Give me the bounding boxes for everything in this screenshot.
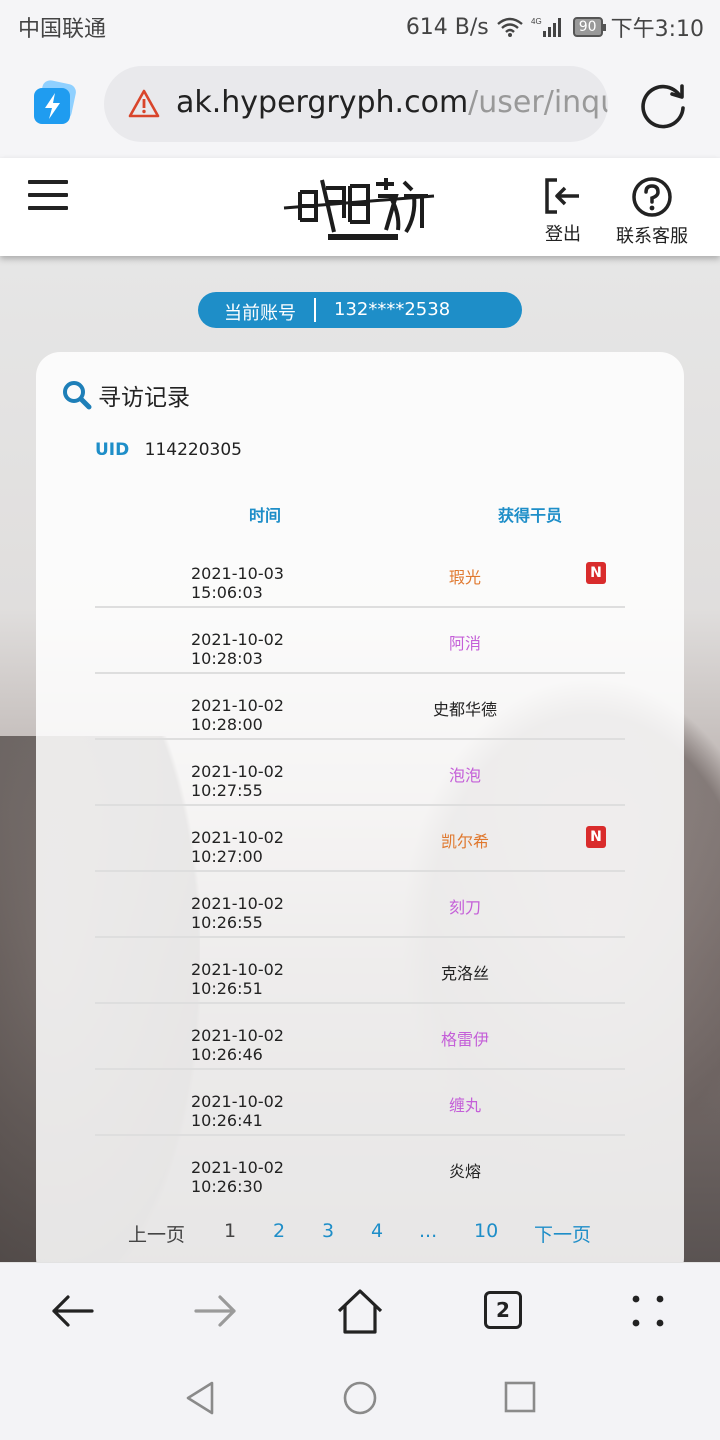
row-time: 2021-10-02 10:28:03 [191,630,284,668]
column-header-operator: 获得干员 [498,506,563,525]
logout-icon [545,178,579,214]
reload-icon[interactable] [636,78,690,132]
table-row: 2021-10-02 10:27:55 泡泡 [95,740,625,806]
record-table: 2021-10-03 15:06:03 瑕光 N 2021-10-02 10:2… [95,542,625,1202]
column-header-time: 时间 [249,506,282,525]
row-operator: 瑕光 [448,568,481,587]
url-host: ak.hypergryph.com [176,85,469,120]
more-menu-icon[interactable] [624,1287,672,1335]
row-operator: 凯尔希 [440,832,489,851]
row-time: 2021-10-02 10:27:55 [191,762,284,800]
status-right: 614 B/s 4G 90 下午3:10 [406,11,704,43]
search-icon [63,381,92,410]
site-header: 登出 联系客服 [0,158,720,256]
account-divider [314,298,316,322]
nav-recents-icon[interactable] [504,1380,536,1414]
row-operator: 刻刀 [448,898,481,917]
support-label: 联系客服 [616,226,688,247]
row-operator: 缠丸 [448,1096,481,1115]
signal-icon: 4G [531,17,561,37]
status-bar: 中国联通 614 B/s 4G 90 下午3:10 [0,0,720,50]
table-row: 2021-10-02 10:28:03 阿消 [95,608,625,674]
table-row: 2021-10-02 10:26:41 缠丸 [95,1070,625,1136]
back-arrow-icon[interactable] [48,1287,96,1335]
address-bar-row: ak.hypergryph.com/user/inqu [0,50,720,158]
logout-button[interactable]: 登出 [538,176,588,246]
url-field[interactable]: ak.hypergryph.com/user/inqu [104,66,608,142]
row-time: 2021-10-02 10:28:00 [191,696,284,734]
table-row: 2021-10-02 10:26:51 克洛丝 [95,938,625,1004]
uid-label: UID [95,440,130,460]
carrier-name: 中国联通 [18,17,107,42]
menu-icon[interactable] [28,180,68,212]
account-label: 当前账号 [224,303,296,324]
logout-label: 登出 [545,224,581,245]
home-icon[interactable] [336,1287,384,1335]
account-value: 132****2538 [334,299,451,320]
current-account-pill: 当前账号 132****2538 [198,292,522,328]
browser-app-icon[interactable] [30,80,78,128]
nav-home-icon[interactable] [342,1380,378,1416]
table-row: 2021-10-02 10:27:00 凯尔希 N [95,806,625,872]
row-time: 2021-10-02 10:27:00 [191,828,284,866]
page-ellipsis[interactable]: ... [419,1220,437,1242]
nav-back-icon[interactable] [184,1380,216,1416]
row-operator: 史都华德 [432,700,497,719]
new-badge: N [586,562,606,584]
page-4-link[interactable]: 4 [371,1220,383,1242]
row-time: 2021-10-02 10:26:51 [191,960,284,998]
prev-page-button[interactable]: 上一页 [128,1220,185,1247]
uid-row: UID 114220305 [95,440,242,460]
row-operator: 炎熔 [448,1162,481,1181]
support-button[interactable]: 联系客服 [610,176,694,248]
next-page-button[interactable]: 下一页 [534,1220,591,1247]
table-row: 2021-10-02 10:26:30 炎熔 [95,1136,625,1202]
browser-toolbar: 2 [0,1262,720,1358]
row-time: 2021-10-02 10:26:30 [191,1158,284,1196]
page-3-link[interactable]: 3 [322,1220,334,1242]
page-2-link[interactable]: 2 [273,1220,285,1242]
table-row: 2021-10-02 10:26:46 格雷伊 [95,1004,625,1070]
row-time: 2021-10-03 15:06:03 [191,564,284,602]
url-path: /user/inqu [468,85,608,120]
row-time: 2021-10-02 10:26:46 [191,1026,284,1064]
row-operator: 阿消 [448,634,481,653]
table-row: 2021-10-02 10:28:00 史都华德 [95,674,625,740]
table-row: 2021-10-03 15:06:03 瑕光 N [95,542,625,608]
battery-icon: 90 [572,17,606,37]
table-row: 2021-10-02 10:26:55 刻刀 [95,872,625,938]
forward-arrow-icon[interactable] [192,1287,240,1335]
warning-icon[interactable] [128,88,160,120]
wifi-icon [496,17,523,37]
row-time: 2021-10-02 10:26:41 [191,1092,284,1130]
net-speed: 614 B/s [405,14,489,40]
row-time: 2021-10-02 10:26:55 [191,894,284,932]
card-title-text: 寻访记录 [98,385,190,411]
help-icon [632,177,672,217]
card-title: 寻访记录 [62,378,190,412]
new-badge: N [586,826,606,848]
system-nav-bar [0,1358,720,1440]
arknights-logo[interactable] [282,170,438,246]
page-10-link[interactable]: 10 [474,1220,498,1242]
uid-value: 114220305 [144,440,242,460]
tabs-button[interactable]: 2 [484,1291,522,1329]
row-operator: 泡泡 [448,766,481,785]
svg-text:4G: 4G [531,17,542,26]
headhunting-record-card: 寻访记录 UID 114220305 时间 获得干员 2021-10-03 15… [36,352,684,1282]
url-text[interactable]: ak.hypergryph.com/user/inqu [176,85,608,120]
row-operator: 克洛丝 [440,964,489,983]
row-operator: 格雷伊 [440,1030,489,1049]
page-1-current: 1 [224,1220,237,1242]
clock: 下午3:10 [610,17,704,42]
